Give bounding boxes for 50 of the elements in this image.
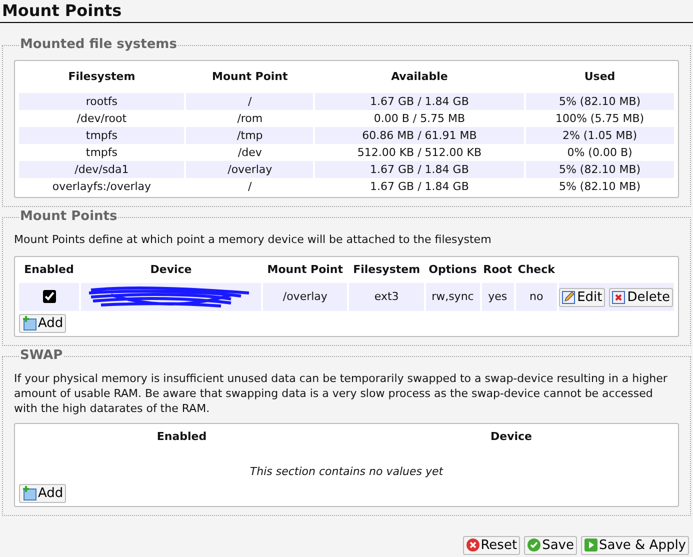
reset-button[interactable]: Reset [462,536,520,554]
column-header: Check [516,262,556,278]
add-icon [22,316,37,331]
column-header: Device [149,262,193,278]
apply-button[interactable]: Save & Apply [580,536,689,554]
table-cell: 2% (1.05 MB) [526,127,674,144]
column-header: Enabled [23,262,75,278]
table-cell: 1.67 GB / 1.84 GB [315,93,524,110]
delete-button[interactable]: Delete [609,288,673,306]
add-button[interactable]: Add [19,314,66,333]
column-header: Options [428,262,478,278]
delete-icon [612,290,626,304]
column-header: Device [490,428,532,445]
table-cell: yes [482,283,514,311]
table-cell: tmpfs [19,127,184,144]
column-header: Enabled [156,428,207,445]
table-cell: /overlay [263,283,348,311]
table-cell: 5% (82.10 MB) [526,93,674,110]
section-legend: Mounted file systems [19,37,178,53]
table-cell: no [516,283,558,311]
column-header: Filesystem [352,262,422,278]
pencil-icon [562,290,576,304]
page-title: Mount Points [0,0,693,23]
cancel-icon [466,538,480,552]
check-icon [527,538,542,552]
table-cell: /overlay [186,161,314,178]
table-cell: 5% (82.10 MB) [526,161,674,178]
table-cell: /tmp [186,127,314,144]
table-cell: /dev/sda1 [19,161,184,178]
column-header: Filesystem [67,68,136,85]
section-description: Mount Points define at which point a memory device will be attached to the filesystem [14,232,492,248]
table-cell: / [186,93,314,110]
table-cell: 1.67 GB / 1.84 GB [315,161,524,178]
column-header: Available [390,68,449,85]
table-cell: rw,sync [426,283,480,311]
table-cell: rootfs [19,93,184,110]
empty-message: This section contains no values yet [250,464,444,480]
column-header: Used [583,68,616,85]
play-icon [584,538,598,552]
enabled-checkbox[interactable] [42,290,56,304]
column-header: Mount Point [211,68,289,85]
save-button[interactable]: Save [524,536,577,554]
edit-button[interactable]: Edit [559,288,606,306]
add-icon [22,486,37,500]
table-cell: 60.86 MB / 61.91 MB [315,127,524,144]
column-header: Mount Point [266,262,344,278]
section-description: If your physical memory is insufficient unused data can be temporarily swapped to a swap-device resulting in a higher amount of usable RAM. Be aware that swapping data is a very slow process as the swap-device cannot be accessed with the high datarates of the RAM. [14,371,668,416]
column-header: Root [482,262,513,278]
add-button[interactable]: Add [19,484,66,502]
table-cell: ext3 [349,283,424,311]
